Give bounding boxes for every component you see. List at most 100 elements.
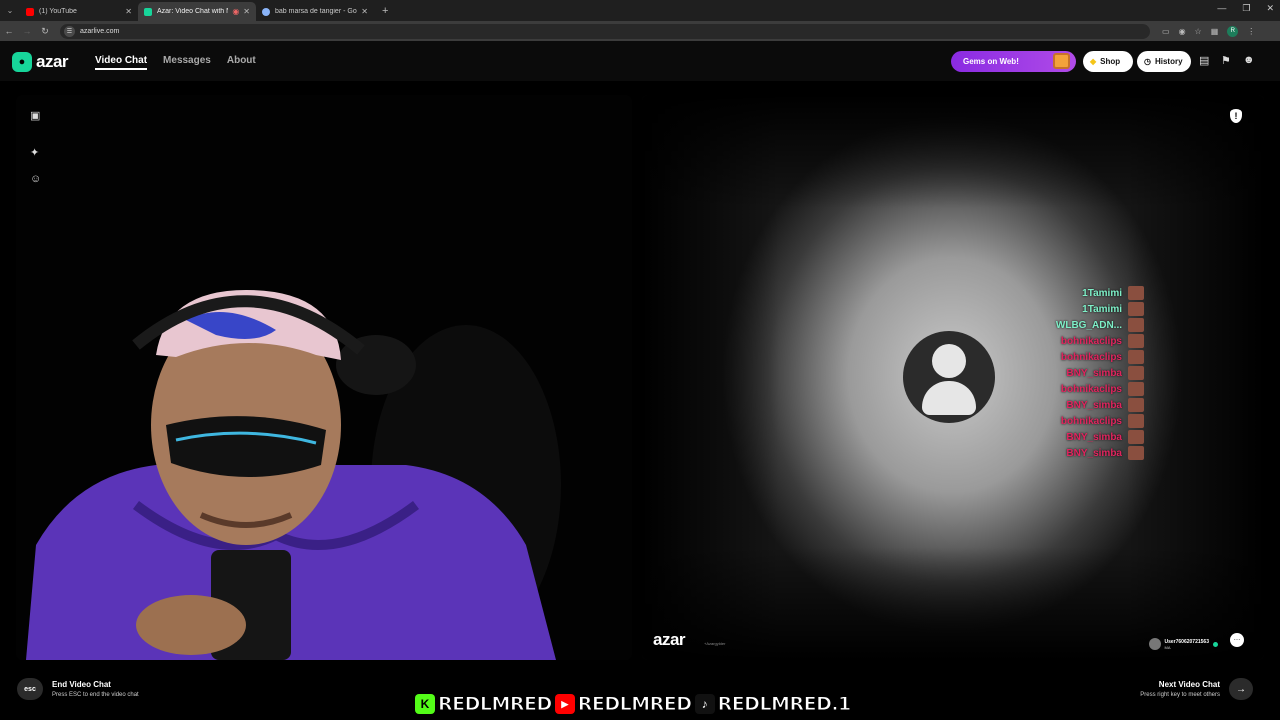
stream-chat-overlay: 1Tamimi 1Tamimi WLBG_ADN... bohnikaclips boh… [1040,285,1144,461]
face-filter-icon[interactable]: ☺ [30,173,41,185]
chat-emote-icon [1128,430,1144,444]
tab-title: Azar: Video Chat with New [157,8,228,15]
shop-button[interactable]: ◆ Shop [1083,51,1133,72]
esc-key-button[interactable]: esc [17,678,43,700]
next-arrow-button[interactable]: → [1229,678,1253,700]
main-nav: Video Chat Messages About [95,55,256,70]
chat-bubble-icon[interactable]: … [1230,633,1244,647]
app-header: ● azar Video Chat Messages About Gems on… [0,41,1280,81]
chat-message: WLBG_ADN... [1040,317,1144,333]
site-info-icon[interactable]: ☰ [64,25,75,37]
menu-icon[interactable]: ⋮ [1247,27,1255,36]
nav-messages[interactable]: Messages [163,55,211,70]
peer-user-avatar [1148,638,1161,650]
extensions-icon[interactable]: ▦ [1211,27,1219,36]
recording-icon: ◉ [232,7,240,16]
browser-tabstrip: ⌄ (1) YouTube ✕ Azar: Video Chat with Ne… [0,0,1280,21]
reload-icon[interactable]: ↻ [36,26,54,37]
chat-emote-icon [1128,366,1144,380]
magic-wand-icon[interactable]: ✦ [30,146,41,159]
clock-icon: ◷ [1144,57,1151,66]
back-icon[interactable]: ← [0,26,18,36]
peer-watermark-subtitle: +Azargylder [704,641,726,646]
close-window-icon[interactable]: ✕ [1266,3,1274,14]
treasure-chest-icon [1053,53,1070,69]
peer-username: User760620721563 [1164,638,1210,645]
kick-logo-icon: K [415,694,435,714]
chat-username: BNY_simba [1066,399,1122,411]
shop-label: Shop [1100,57,1121,66]
user-profile-icon[interactable]: ☻ [1243,54,1255,66]
swap-camera-icon[interactable]: ▣ [30,109,41,122]
browser-tab-azar[interactable]: Azar: Video Chat with New ◉ ✕ [138,2,256,21]
self-video-pane: ▣ ✦ ☺ [16,95,632,660]
window-controls: — ❐ ✕ [1217,3,1274,14]
kick-handle: REDLMRED [438,693,553,716]
end-video-chat-label[interactable]: End Video Chat [52,680,111,689]
youtube-logo-icon: ▶ [554,694,575,714]
peer-placeholder-avatar [903,331,995,423]
tab-search-icon[interactable]: ⌄ [0,0,20,21]
chat-username: WLBG_ADN... [1055,319,1122,331]
azar-logo-icon: ● [12,52,32,72]
profile-avatar[interactable]: R [1227,25,1239,37]
browser-tab-google[interactable]: bab marsa de tangier - Google ✕ [256,2,374,21]
report-shield-icon[interactable]: ! [1230,109,1242,123]
nav-video-chat[interactable]: Video Chat [95,55,148,70]
tab-title: (1) YouTube [39,8,77,15]
minimize-icon[interactable]: — [1217,3,1226,14]
chat-emote-icon [1128,334,1144,348]
chat-emote-icon [1128,318,1144,332]
eye-off-icon[interactable]: ◉ [1179,27,1186,36]
peer-azar-watermark: azar [653,630,686,649]
chat-username: BNY_simba [1066,447,1122,459]
azar-logo[interactable]: ● azar [12,52,69,72]
close-tab-icon[interactable]: ✕ [243,7,250,16]
chat-username: bohnikaclips [1060,383,1122,395]
next-video-chat-hint: Press right key to meet others [1140,692,1220,698]
bookmark-star-icon[interactable]: ☆ [1195,27,1202,36]
chat-message: bohnikaclips [1040,349,1144,365]
gems-on-web-button[interactable]: Gems on Web! [951,51,1076,72]
next-video-chat-label[interactable]: Next Video Chat [1159,680,1220,689]
streamer-social-banner: K REDLMRED ▶ REDLMRED ♪ REDLMRED.1 [415,692,867,716]
chat-emote-icon [1128,414,1144,428]
toolbar-actions: ▭ ◉ ☆ ▦ R ⋮ [1162,25,1255,37]
restore-icon[interactable]: ❐ [1242,3,1250,14]
notification-bell-icon[interactable]: ⚑ [1221,54,1231,67]
new-tab-icon[interactable]: + [382,5,388,17]
chat-username: BNY_simba [1066,431,1122,443]
close-tab-icon[interactable]: ✕ [361,7,368,16]
online-status-dot [1213,641,1218,647]
chat-username: bohnikaclips [1060,351,1122,363]
tiktok-logo-icon: ♪ [694,694,715,714]
history-button[interactable]: ◷ History [1137,51,1191,72]
address-bar[interactable]: ☰ azarlive.com [60,23,1150,39]
youtube-favicon-icon [26,7,34,16]
browser-tab-youtube[interactable]: (1) YouTube ✕ [20,2,138,21]
chat-message: BNY_simba [1040,397,1144,413]
cast-icon[interactable]: ▭ [1162,27,1170,36]
chat-message: bohnikaclips [1040,333,1144,349]
forward-icon[interactable]: → [18,26,36,36]
gem-icon: ◆ [1090,57,1097,66]
history-label: History [1154,57,1183,66]
chat-username: 1Tamimi [1082,287,1122,299]
google-favicon-icon [262,7,270,16]
nav-about[interactable]: About [227,55,256,70]
azar-logo-text: azar [36,52,69,71]
chat-message: bohnikaclips [1040,413,1144,429]
tab-title: bab marsa de tangier - Google [275,8,357,15]
chat-username: 1Tamimi [1082,303,1122,315]
chat-username: BNY_simba [1066,367,1122,379]
chat-emote-icon [1128,286,1144,300]
close-tab-icon[interactable]: ✕ [125,7,132,16]
peer-video-pane: ! azar +Azargylder User760620721563 MA … [642,95,1264,660]
chat-message: BNY_simba [1040,365,1144,381]
chat-emote-icon [1128,350,1144,364]
inbox-icon[interactable]: ▤ [1199,54,1209,67]
chat-message: BNY_simba [1040,445,1144,461]
chat-emote-icon [1128,446,1144,460]
url-text: azarlive.com [80,27,120,35]
peer-user-info[interactable]: User760620721563 MA [1148,638,1218,650]
